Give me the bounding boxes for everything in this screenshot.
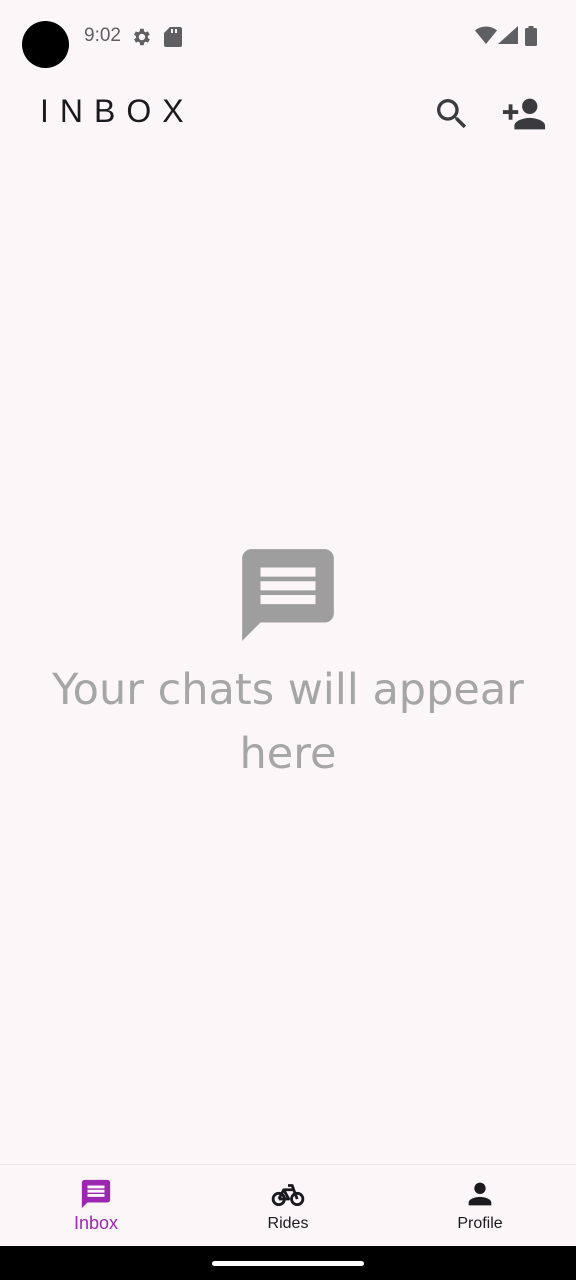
sd-card-icon	[164, 27, 182, 51]
bike-icon	[271, 1184, 305, 1207]
home-gesture-handle[interactable]	[212, 1261, 364, 1266]
wifi-icon	[475, 26, 497, 48]
gesture-bar	[0, 1246, 576, 1280]
nav-item-inbox[interactable]: Inbox	[0, 1165, 192, 1247]
gear-icon	[130, 26, 152, 52]
signal-icon	[498, 26, 518, 48]
nav-item-profile[interactable]: Profile	[384, 1165, 576, 1247]
status-bar: 9:02	[0, 0, 576, 72]
add-person-icon	[502, 98, 546, 130]
add-person-button[interactable]	[500, 90, 548, 138]
chat-icon	[242, 549, 334, 641]
search-button[interactable]	[428, 90, 476, 138]
nav-label-inbox: Inbox	[73, 1213, 119, 1233]
app-bar: INBOX	[0, 80, 576, 148]
search-icon	[437, 99, 467, 129]
battery-icon	[525, 26, 537, 50]
nav-label-rides: Rides	[267, 1215, 309, 1232]
page-title: INBOX	[40, 93, 195, 129]
empty-state-message: Your chats will appear here	[52, 665, 524, 779]
nav-label-profile: Profile	[457, 1215, 503, 1232]
person-icon	[468, 1182, 492, 1206]
chat-icon	[81, 1179, 111, 1209]
bottom-navigation: Inbox Rides Profile	[0, 1164, 576, 1247]
empty-state: Your chats will appear here	[0, 540, 576, 786]
camera-cutout	[22, 21, 69, 68]
nav-item-rides[interactable]: Rides	[192, 1165, 384, 1247]
status-time: 9:02	[84, 25, 121, 46]
